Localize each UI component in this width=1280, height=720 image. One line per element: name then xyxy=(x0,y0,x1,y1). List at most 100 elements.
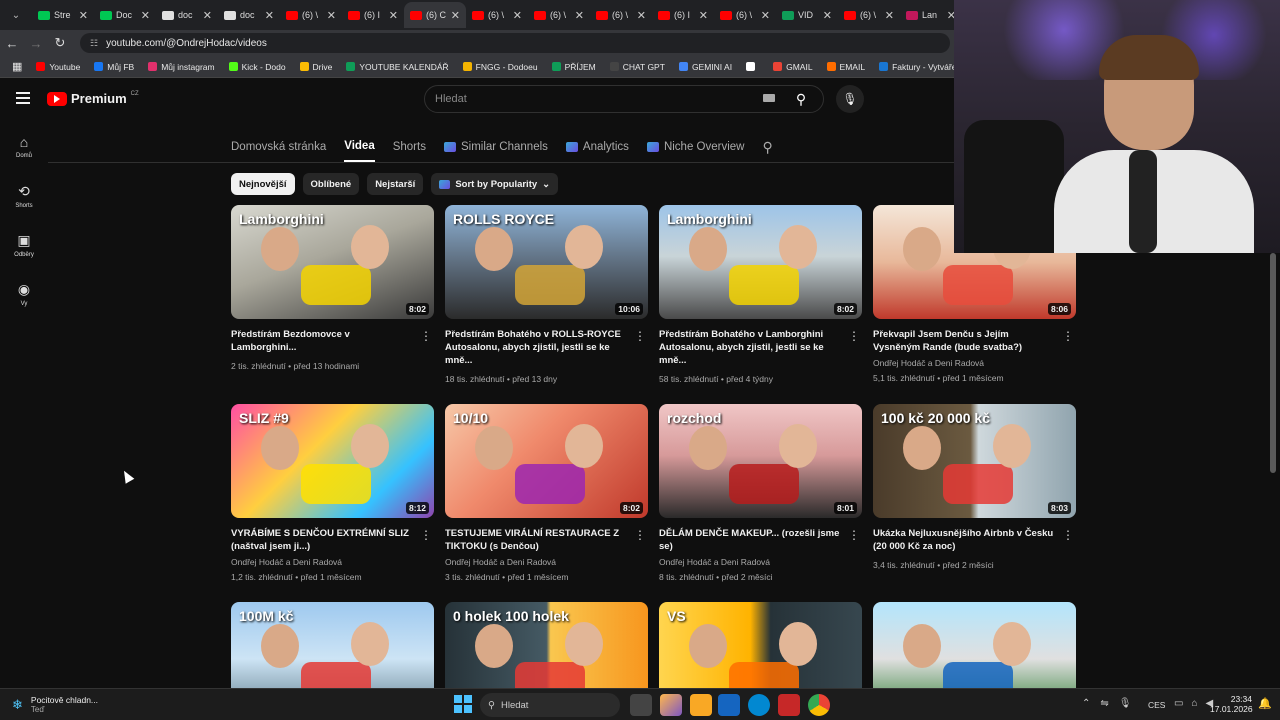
apps-grid-icon[interactable]: ▦ xyxy=(12,60,22,73)
tray-mic-icon[interactable]: 🎙 xyxy=(1119,698,1132,709)
video-thumbnail[interactable]: Lamborghini 8:02 xyxy=(231,205,434,319)
video-card[interactable]: Lamborghini 8:02 Předstírám Bohatého v Lam… xyxy=(659,205,862,385)
video-title[interactable]: TESTUJEME VIRÁLNÍ RESTAURACE Z TIKTOKU (… xyxy=(445,527,630,553)
task-view-icon[interactable] xyxy=(630,694,652,716)
tab-close-icon[interactable]: ✕ xyxy=(79,9,88,22)
tab-close-icon[interactable]: ✕ xyxy=(451,9,460,22)
video-title[interactable]: Předstírám Bohatého v Lamborghini Autosa… xyxy=(659,328,844,367)
search-icon[interactable]: ⚲ xyxy=(779,86,823,112)
bookmark-item[interactable]: Faktury - Vytváření xyxy=(879,62,964,72)
taskbar-search[interactable]: ⚲ Hledat xyxy=(480,693,620,717)
bookmark-item[interactable] xyxy=(746,62,759,72)
capcut-icon[interactable] xyxy=(778,694,800,716)
windows-start-icon[interactable] xyxy=(454,695,472,713)
tab-close-icon[interactable]: ✕ xyxy=(389,9,398,22)
more-options-icon[interactable]: ⋮ xyxy=(634,329,646,343)
tab-close-icon[interactable]: ✕ xyxy=(265,9,274,22)
browser-tab[interactable]: doc ✕ xyxy=(156,2,218,28)
sidebar-item[interactable]: ◉ Vy xyxy=(0,269,48,318)
bookmark-item[interactable]: CHAT GPT xyxy=(609,62,665,72)
channel-tab[interactable]: Similar Channels xyxy=(443,132,548,162)
browser-tab[interactable]: (6) \ ✕ xyxy=(714,2,776,28)
channel-tab[interactable]: Analytics xyxy=(565,132,629,162)
bookmark-item[interactable]: FNGG - Dodoeu xyxy=(462,62,538,72)
microphone-icon[interactable]: 🎙 xyxy=(836,85,864,113)
browser-tab[interactable]: Doc ✕ xyxy=(94,2,156,28)
bookmark-item[interactable]: EMAIL xyxy=(826,62,865,72)
video-card[interactable]: Lamborghini 8:02 Předstírám Bezdomovce v L… xyxy=(231,205,434,372)
video-thumbnail[interactable]: SLIZ #9 8:12 xyxy=(231,404,434,518)
language-indicator[interactable]: CES xyxy=(1148,700,1165,710)
tab-close-icon[interactable]: ✕ xyxy=(637,9,646,22)
page-scrollbar[interactable] xyxy=(1270,253,1276,473)
bookmark-item[interactable]: YOUTUBE KALENDÁŘ xyxy=(346,62,449,72)
filter-chip[interactable]: Sort by Popularity ⌄ xyxy=(431,173,559,195)
browser-tab[interactable]: (6) I ✕ xyxy=(342,2,404,28)
filter-chip[interactable]: Oblíbené xyxy=(302,173,360,195)
keyboard-icon[interactable] xyxy=(763,94,775,102)
clock[interactable]: 23:34 17.01.2026 xyxy=(1210,694,1253,714)
back-arrow-icon[interactable]: ← xyxy=(0,36,24,51)
video-author[interactable]: Ondřej Hodáč a Deni Radová xyxy=(659,556,862,568)
bookmark-item[interactable]: Drive xyxy=(299,62,332,72)
tray-sync-icon[interactable]: ⇋ xyxy=(1100,698,1108,709)
channel-tab[interactable]: Domovská stránka xyxy=(231,132,326,162)
bookmark-item[interactable]: Kick - Dodo xyxy=(228,62,286,72)
tab-close-icon[interactable]: ✕ xyxy=(327,9,336,22)
tab-close-icon[interactable]: ✕ xyxy=(761,9,770,22)
youtube-premium-logo[interactable]: Premium CZ xyxy=(47,91,139,106)
browser-tab[interactable]: (6) I ✕ xyxy=(652,2,714,28)
tab-close-icon[interactable]: ✕ xyxy=(513,9,522,22)
video-card[interactable]: 10/10 8:02 TESTUJEME VIRÁLNÍ RESTAURACE Z … xyxy=(445,404,648,583)
bookmark-item[interactable]: Můj FB xyxy=(94,62,134,72)
tab-close-icon[interactable]: ✕ xyxy=(203,9,212,22)
reload-icon[interactable]: ↻ xyxy=(48,35,72,51)
browser-tab[interactable]: (6) \ ✕ xyxy=(466,2,528,28)
url-bar[interactable]: ☷ youtube.com/@OndrejHodac/videos xyxy=(80,33,950,53)
chrome-icon[interactable] xyxy=(808,694,830,716)
sidebar-item[interactable]: ⟲ Shorts xyxy=(0,171,48,220)
video-author[interactable]: Ondřej Hodáč a Deni Radová xyxy=(231,556,434,568)
more-options-icon[interactable]: ⋮ xyxy=(1062,528,1074,542)
video-thumbnail[interactable]: 100 kč 20 000 kč 8:03 xyxy=(873,404,1076,518)
video-thumbnail[interactable]: rozchod 8:01 xyxy=(659,404,862,518)
search-input[interactable]: Hledat ⚲ xyxy=(424,85,824,113)
forward-arrow-icon[interactable]: → xyxy=(24,36,48,51)
file-explorer-icon[interactable] xyxy=(690,694,712,716)
browser-tab[interactable]: Stre ✕ xyxy=(32,2,94,28)
browser-tab[interactable]: (6) \ ✕ xyxy=(838,2,900,28)
menu-hamburger-icon[interactable] xyxy=(16,92,30,107)
browser-tab[interactable]: (6) \ ✕ xyxy=(590,2,652,28)
tab-close-icon[interactable]: ✕ xyxy=(823,9,832,22)
more-options-icon[interactable]: ⋮ xyxy=(634,528,646,542)
more-options-icon[interactable]: ⋮ xyxy=(848,329,860,343)
browser-tab[interactable]: (6) \ ✕ xyxy=(528,2,590,28)
video-card[interactable]: ROLLS ROYCE 10:06 Předstírám Bohatého v RO… xyxy=(445,205,648,385)
tab-close-icon[interactable]: ✕ xyxy=(141,9,150,22)
bookmark-item[interactable]: Můj instagram xyxy=(148,62,215,72)
channel-search-icon[interactable]: ⚲ xyxy=(762,132,772,162)
video-title[interactable]: DĚLÁM DENČE MAKEUP... (rozešli jsme se) xyxy=(659,527,844,553)
filter-chip[interactable]: Nejnovější xyxy=(231,173,295,195)
more-options-icon[interactable]: ⋮ xyxy=(1062,329,1074,343)
weather-widget[interactable]: ❄ Pocitově chladn... Teď xyxy=(12,695,98,714)
video-title[interactable]: Předstírám Bohatého v ROLLS-ROYCE Autosa… xyxy=(445,328,630,367)
more-options-icon[interactable]: ⋮ xyxy=(420,528,432,542)
notification-bell-icon[interactable]: 🔔 xyxy=(1258,697,1272,710)
site-info-icon[interactable]: ☷ xyxy=(90,38,98,49)
mail-icon[interactable] xyxy=(718,694,740,716)
video-title[interactable]: VYRÁBÍME S DENČOU EXTRÉMNÍ SLIZ (naštval… xyxy=(231,527,416,553)
browser-tab[interactable]: (6) C ✕ xyxy=(404,2,466,28)
channel-tab[interactable]: Videa xyxy=(344,132,375,162)
bookmark-item[interactable]: GMAIL xyxy=(773,62,813,72)
browser-tab[interactable]: Lan ✕ xyxy=(900,2,962,28)
sidebar-item[interactable]: ▣ Odběry xyxy=(0,220,48,269)
video-title[interactable]: Překvapil Jsem Denču s Jejím Vysněným Ra… xyxy=(873,328,1058,354)
quick-settings[interactable]: ▭ ⌂ ◀ xyxy=(1174,698,1213,709)
sidebar-item[interactable]: ⌂ Domů xyxy=(0,122,48,171)
tab-close-icon[interactable]: ✕ xyxy=(885,9,894,22)
video-card[interactable]: 100 kč 20 000 kč 8:03 Ukázka Nejluxusnější… xyxy=(873,404,1076,571)
video-thumbnail[interactable]: 10/10 8:02 xyxy=(445,404,648,518)
tab-search-chevron-icon[interactable]: ⌄ xyxy=(4,3,28,27)
copilot-icon[interactable] xyxy=(660,694,682,716)
